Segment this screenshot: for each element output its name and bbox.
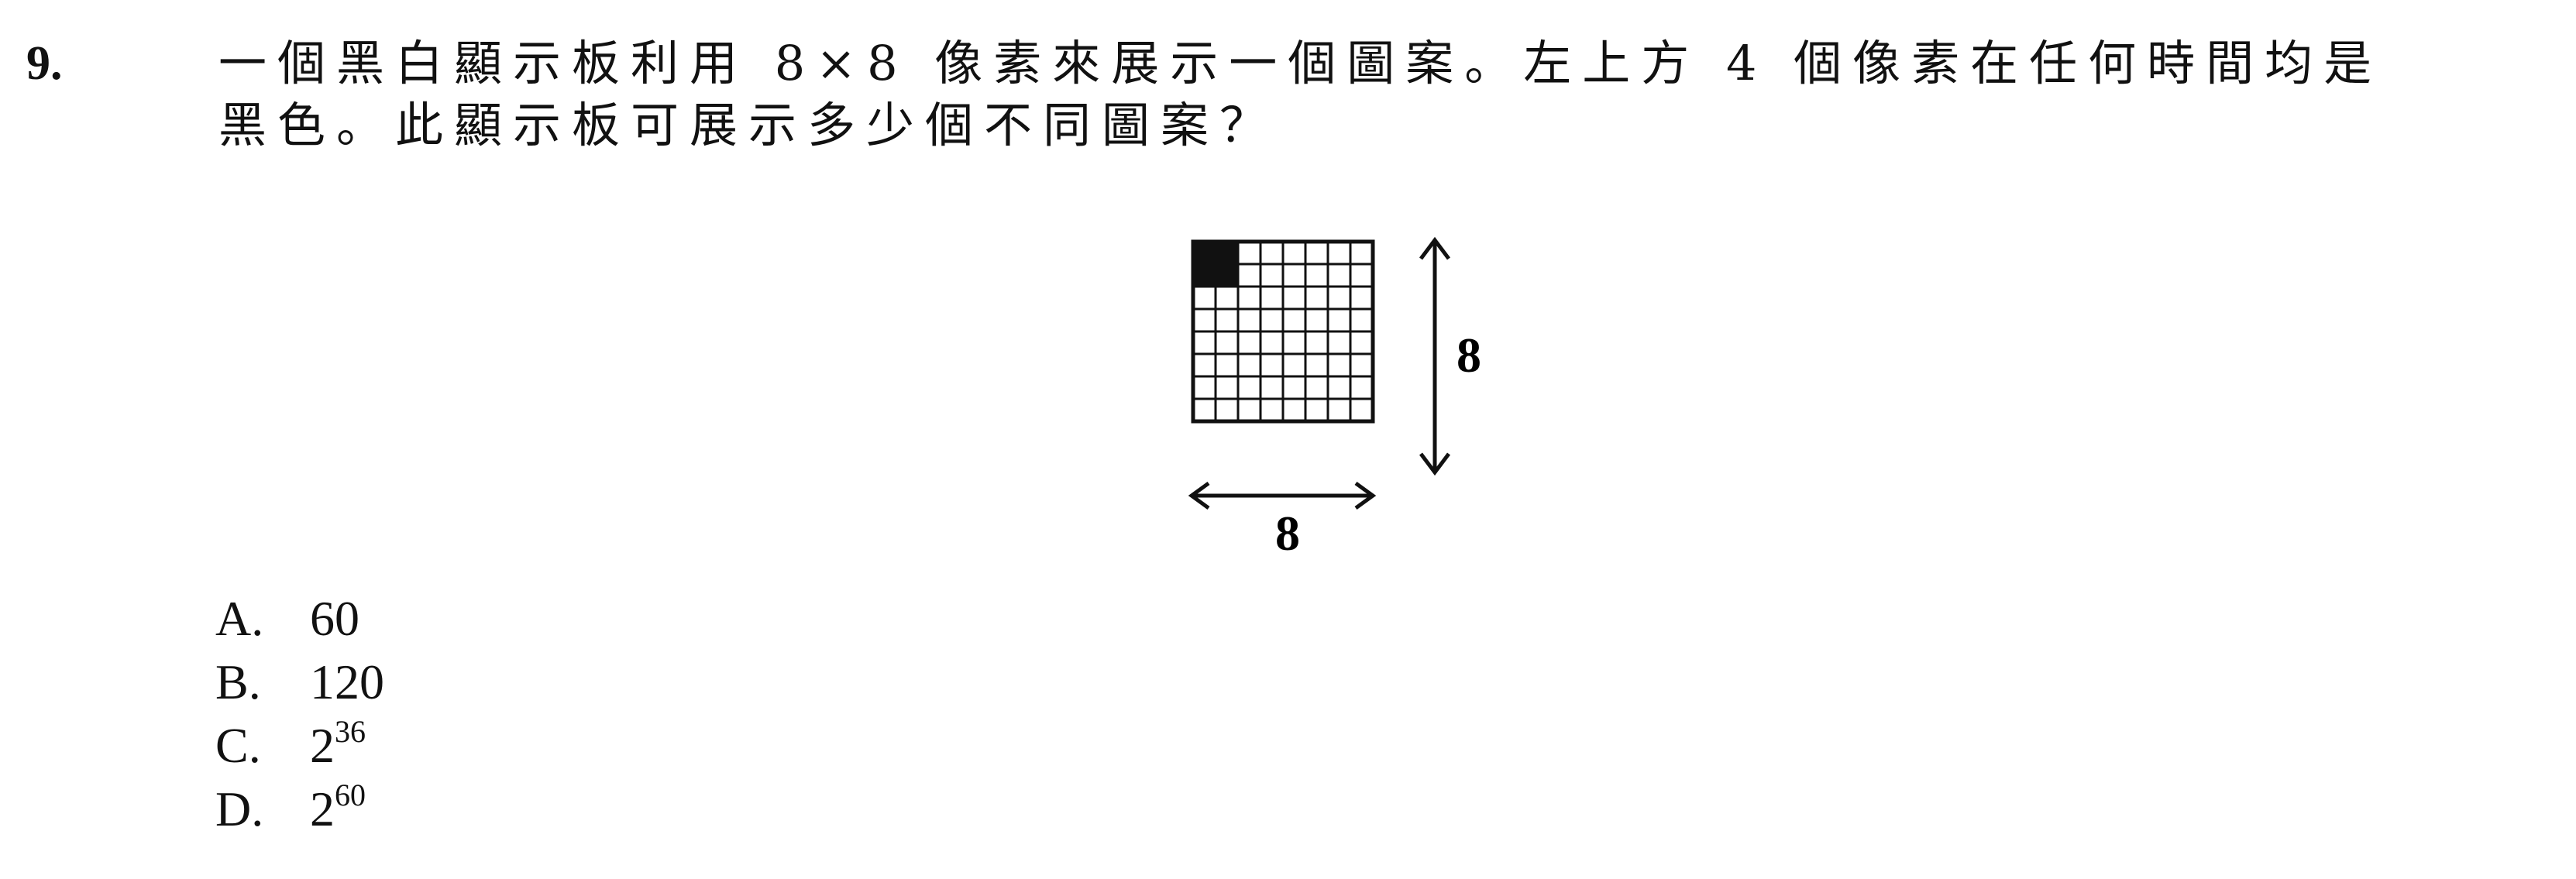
pixel-cell bbox=[1214, 285, 1240, 311]
pixel-cell bbox=[1259, 397, 1285, 423]
pixel-cell bbox=[1281, 285, 1307, 311]
pixel-cell bbox=[1192, 352, 1217, 378]
pixel-cell bbox=[1281, 397, 1307, 423]
pixel-cell-black bbox=[1192, 240, 1217, 266]
pixel-cell bbox=[1304, 263, 1329, 288]
pixel-grid-figure: 8 8 bbox=[1162, 225, 1503, 581]
pixel-cell bbox=[1214, 397, 1240, 423]
question-number: 9. bbox=[26, 37, 63, 90]
pixel-cell bbox=[1326, 375, 1352, 400]
option-d[interactable]: D. 260 bbox=[215, 778, 384, 841]
pixel-cell bbox=[1326, 240, 1352, 266]
pixel-cell-black bbox=[1214, 240, 1240, 266]
pixel-cell bbox=[1304, 352, 1329, 378]
question-text: 一個黑白顯示板利用 8×8 像素來展示一個圖案。左上方 4 個像素在任何時間均是… bbox=[218, 33, 2543, 156]
pixel-cell bbox=[1259, 307, 1285, 333]
pixel-cell bbox=[1326, 352, 1352, 378]
pixel-cell bbox=[1236, 352, 1262, 378]
pixel-cell bbox=[1259, 285, 1285, 311]
pixel-cell bbox=[1281, 307, 1307, 333]
question-line-2: 黑色。此顯示板可展示多少個不同圖案？ bbox=[218, 97, 1279, 153]
pixel-cell bbox=[1281, 330, 1307, 355]
option-value: 60 bbox=[310, 591, 359, 646]
pixel-cell bbox=[1349, 352, 1374, 378]
pixel-cell bbox=[1236, 397, 1262, 423]
pixel-cell bbox=[1349, 263, 1374, 288]
option-letter: C. bbox=[215, 718, 261, 773]
pixel-cell bbox=[1192, 375, 1217, 400]
pixel-cell bbox=[1236, 330, 1262, 355]
pixel-cell bbox=[1304, 307, 1329, 333]
pixel-cell bbox=[1214, 375, 1240, 400]
pixel-cell bbox=[1236, 240, 1262, 266]
option-letter: A. bbox=[215, 591, 264, 646]
option-value: 120 bbox=[310, 654, 384, 709]
pixel-cell bbox=[1349, 285, 1374, 311]
pixel-grid-diagram: 8 8 bbox=[1188, 236, 1481, 561]
pixel-cell bbox=[1281, 240, 1307, 266]
pixel-cell bbox=[1349, 375, 1374, 400]
pixel-cell bbox=[1281, 263, 1307, 288]
question-line-1: 一個黑白顯示板利用 8×8 像素來展示一個圖案。左上方 4 個像素在任何時間均是 bbox=[218, 35, 2383, 91]
pixel-cell-black bbox=[1214, 263, 1240, 288]
pixel-cell bbox=[1304, 285, 1329, 311]
answer-options: A. 60 B. 120 C. 236 D. 260 bbox=[215, 587, 384, 841]
pixel-cell bbox=[1259, 240, 1285, 266]
pixel-cell bbox=[1304, 330, 1329, 355]
pixel-cell bbox=[1236, 263, 1262, 288]
option-value: 236 bbox=[310, 714, 366, 774]
pixel-cell bbox=[1192, 285, 1217, 311]
pixel-cell bbox=[1281, 375, 1307, 400]
pixel-cell bbox=[1326, 285, 1352, 311]
pixel-cell bbox=[1192, 330, 1217, 355]
height-label: 8 bbox=[1457, 328, 1481, 383]
pixel-cell bbox=[1236, 285, 1262, 311]
pixel-cell bbox=[1349, 397, 1374, 423]
pixel-cell bbox=[1192, 397, 1217, 423]
pixel-cell bbox=[1304, 240, 1329, 266]
option-b[interactable]: B. 120 bbox=[215, 651, 384, 714]
pixel-cell bbox=[1214, 307, 1240, 333]
pixel-cell bbox=[1236, 307, 1262, 333]
pixel-cell bbox=[1214, 352, 1240, 378]
pixel-cell bbox=[1326, 263, 1352, 288]
pixel-cell bbox=[1259, 375, 1285, 400]
pixel-cell bbox=[1326, 330, 1352, 355]
pixel-cell-black bbox=[1192, 263, 1217, 288]
pixel-cell bbox=[1349, 307, 1374, 333]
pixel-cell bbox=[1259, 330, 1285, 355]
pixel-cell bbox=[1326, 307, 1352, 333]
pixel-cell bbox=[1349, 240, 1374, 266]
option-a[interactable]: A. 60 bbox=[215, 587, 384, 651]
pixel-cell bbox=[1304, 397, 1329, 423]
pixel-cell bbox=[1214, 330, 1240, 355]
option-value: 260 bbox=[310, 778, 366, 837]
pixel-cell bbox=[1259, 352, 1285, 378]
pixel-cell bbox=[1304, 375, 1329, 400]
pixel-cell bbox=[1281, 352, 1307, 378]
width-label: 8 bbox=[1275, 506, 1300, 561]
pixel-cell bbox=[1349, 330, 1374, 355]
pixel-cell bbox=[1236, 375, 1262, 400]
option-letter: D. bbox=[215, 781, 264, 836]
pixel-cell bbox=[1326, 397, 1352, 423]
option-c[interactable]: C. 236 bbox=[215, 714, 384, 778]
option-letter: B. bbox=[215, 654, 261, 709]
pixel-cell bbox=[1259, 263, 1285, 288]
pixel-cell bbox=[1192, 307, 1217, 333]
grid-cells bbox=[1191, 239, 1375, 424]
